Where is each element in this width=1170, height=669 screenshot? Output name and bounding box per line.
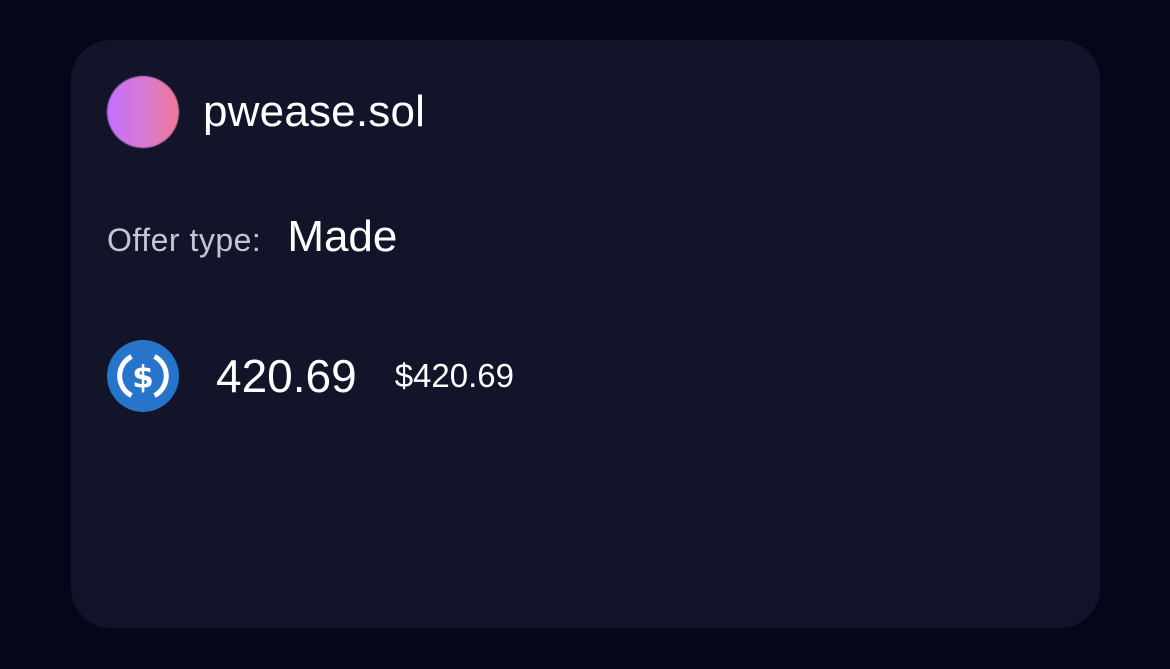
offer-type-label: Offer type:: [107, 222, 262, 258]
profile-row: pwease.sol: [107, 76, 425, 148]
usd-value: $420.69: [394, 357, 514, 394]
token-amount: 420.69: [216, 350, 357, 402]
offer-card: pwease.sol Offer type: Made $ 420.69 $42…: [71, 40, 1100, 628]
username: pwease.sol: [203, 87, 426, 136]
offer-type-value: Made: [287, 212, 398, 261]
offer-type-row: Offer type: Made: [107, 212, 397, 262]
usdc-icon: $: [107, 340, 179, 412]
avatar: [107, 76, 179, 148]
svg-text:$: $: [132, 360, 154, 396]
amount-row: $ 420.69 $420.69: [107, 340, 514, 412]
